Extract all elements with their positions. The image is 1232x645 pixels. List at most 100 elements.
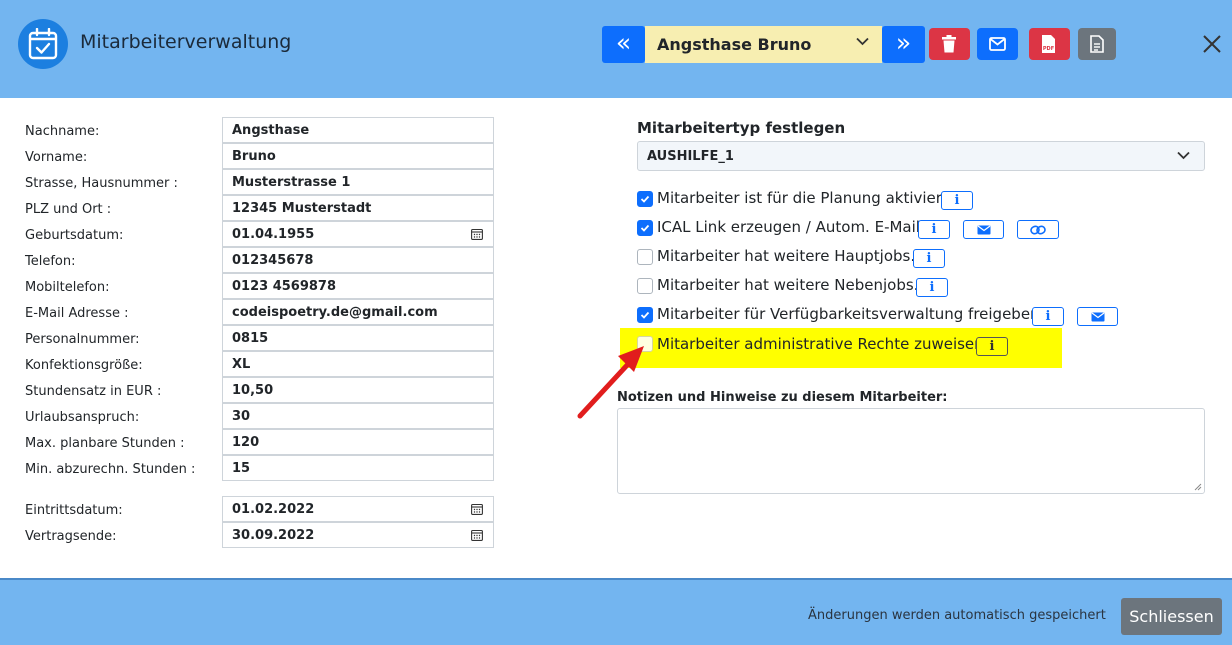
option-admin-rights-label: Mitarbeiter administrative Rechte zuweis… <box>657 335 984 353</box>
info-button[interactable]: i <box>976 337 1008 356</box>
input-strasse-value: Musterstrasse 1 <box>232 175 351 190</box>
label-max-stunden: Max. planbare Stunden : <box>25 436 185 451</box>
checkbox-main-jobs[interactable] <box>637 249 653 265</box>
input-konfektionsgroesse-value: XL <box>232 357 251 372</box>
employee-select[interactable]: Angsthase Bruno <box>645 26 882 63</box>
input-geburtsdatum-value: 01.04.1955 <box>232 227 315 242</box>
calendar-icon[interactable] <box>471 529 483 541</box>
info-icon: i <box>929 280 935 295</box>
checkbox-ical-link[interactable] <box>637 220 653 236</box>
chevron-down-icon <box>856 37 869 46</box>
pdf-button[interactable]: PDF <box>1029 28 1070 60</box>
label-min-stunden: Min. abzurechn. Stunden : <box>25 462 196 477</box>
delete-button[interactable] <box>929 28 970 60</box>
input-strasse[interactable]: Musterstrasse 1 <box>222 169 494 195</box>
ical-email-button[interactable] <box>963 220 1004 239</box>
label-email: E-Mail Adresse : <box>25 306 129 321</box>
input-konfektionsgroesse[interactable]: XL <box>222 351 494 377</box>
check-icon <box>640 311 650 319</box>
input-min-stunden-value: 15 <box>232 461 251 476</box>
info-icon: i <box>1045 309 1051 324</box>
svg-text:PDF: PDF <box>1043 46 1054 52</box>
input-stundensatz[interactable]: 10,50 <box>222 377 494 403</box>
close-button[interactable]: Schliessen <box>1121 598 1222 635</box>
document-button[interactable] <box>1078 28 1116 60</box>
input-vertragsende[interactable]: 30.09.2022 <box>222 522 494 548</box>
info-icon: i <box>989 339 995 354</box>
label-eintrittsdatum: Eintrittsdatum: <box>25 503 123 518</box>
input-stundensatz-value: 10,50 <box>232 383 274 398</box>
option-main-jobs-label: Mitarbeiter hat weitere Hauptjobs. <box>657 247 916 265</box>
input-nachname-value: Angsthase <box>232 123 310 138</box>
input-telefon-value: 012345678 <box>232 253 314 268</box>
info-button[interactable]: i <box>918 220 950 239</box>
page-title: Mitarbeiterverwaltung <box>80 31 292 53</box>
input-eintrittsdatum[interactable]: 01.02.2022 <box>222 496 494 522</box>
label-nachname: Nachname: <box>25 124 100 139</box>
option-planning-active-label: Mitarbeiter ist für die Planung aktivier… <box>657 189 948 207</box>
double-chevron-right-icon: » <box>895 28 912 57</box>
label-mobiltelefon: Mobiltelefon: <box>25 280 110 295</box>
info-icon: i <box>926 251 932 266</box>
input-mobiltelefon[interactable]: 0123 4569878 <box>222 273 494 299</box>
resize-grip-icon[interactable] <box>1194 483 1202 491</box>
checkbox-planning-active[interactable] <box>637 191 653 207</box>
label-konfektionsgroesse: Konfektionsgröße: <box>25 358 143 373</box>
employee-type-label: Mitarbeitertyp festlegen <box>637 119 846 137</box>
next-employee-button[interactable]: » <box>882 26 925 63</box>
envelope-icon <box>989 37 1006 51</box>
info-button[interactable]: i <box>913 249 945 268</box>
input-eintrittsdatum-value: 01.02.2022 <box>232 502 315 517</box>
input-urlaubsanspruch[interactable]: 30 <box>222 403 494 429</box>
employee-select-value: Angsthase Bruno <box>657 35 812 54</box>
option-availability-label: Mitarbeiter für Verfügbarkeitsverwaltung… <box>657 305 1040 323</box>
label-vertragsende: Vertragsende: <box>25 529 117 544</box>
option-ical-link-label: ICAL Link erzeugen / Autom. E-Mail <box>657 218 920 236</box>
info-icon: i <box>954 193 960 208</box>
label-geburtsdatum: Geburtsdatum: <box>25 228 124 243</box>
input-vorname-value: Bruno <box>232 149 276 164</box>
input-max-stunden[interactable]: 120 <box>222 429 494 455</box>
input-urlaubsanspruch-value: 30 <box>232 409 251 424</box>
input-mobiltelefon-value: 0123 4569878 <box>232 279 337 294</box>
notes-label: Notizen und Hinweise zu diesem Mitarbeit… <box>617 390 948 405</box>
input-min-stunden[interactable]: 15 <box>222 455 494 481</box>
close-icon[interactable] <box>1202 34 1222 54</box>
input-telefon[interactable]: 012345678 <box>222 247 494 273</box>
previous-employee-button[interactable]: « <box>602 26 645 63</box>
checkbox-side-jobs[interactable] <box>637 278 653 294</box>
checkbox-availability[interactable] <box>637 307 653 323</box>
availability-email-button[interactable] <box>1077 307 1118 326</box>
calendar-check-icon <box>18 19 68 69</box>
check-icon <box>640 224 650 232</box>
input-vorname[interactable]: Bruno <box>222 143 494 169</box>
check-icon <box>640 195 650 203</box>
input-plz-ort[interactable]: 12345 Musterstadt <box>222 195 494 221</box>
pdf-icon: PDF <box>1042 35 1055 53</box>
calendar-icon[interactable] <box>471 228 483 240</box>
email-button[interactable] <box>977 28 1018 60</box>
double-chevron-left-icon: « <box>615 28 632 57</box>
input-nachname[interactable]: Angsthase <box>222 117 494 143</box>
label-vorname: Vorname: <box>25 150 88 165</box>
input-personalnummer[interactable]: 0815 <box>222 325 494 351</box>
trash-icon <box>942 35 956 53</box>
ical-link-button[interactable] <box>1017 220 1059 239</box>
info-button[interactable]: i <box>916 278 948 297</box>
info-button[interactable]: i <box>941 191 973 210</box>
employee-type-select[interactable]: AUSHILFE_1 <box>637 141 1205 171</box>
label-plz-ort: PLZ und Ort : <box>25 202 112 217</box>
employee-type-value: AUSHILFE_1 <box>647 149 734 164</box>
envelope-icon <box>1091 312 1104 321</box>
calendar-icon[interactable] <box>471 503 483 515</box>
label-personalnummer: Personalnummer: <box>25 332 140 347</box>
label-strasse: Strasse, Hausnummer : <box>25 176 178 191</box>
input-email[interactable]: codeispoetry.de@gmail.com <box>222 299 494 325</box>
input-geburtsdatum[interactable]: 01.04.1955 <box>222 221 494 247</box>
input-plz-ort-value: 12345 Musterstadt <box>232 201 372 216</box>
autosave-note: Änderungen werden automatisch gespeicher… <box>808 608 1106 623</box>
info-button[interactable]: i <box>1032 307 1064 326</box>
document-icon <box>1090 35 1104 53</box>
label-telefon: Telefon: <box>25 254 76 269</box>
notes-textarea[interactable] <box>617 408 1205 494</box>
